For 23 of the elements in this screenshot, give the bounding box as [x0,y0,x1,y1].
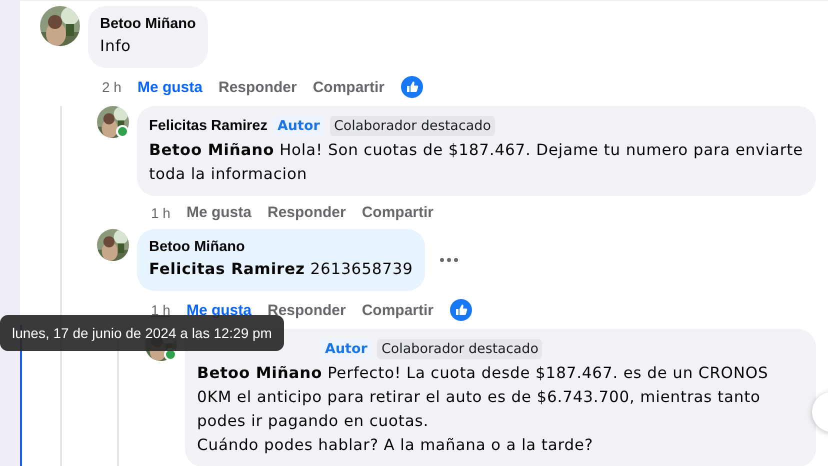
action-link[interactable]: Compartir [362,302,434,318]
comment-text: Felicitas Ramirez 2613658739 [149,259,413,280]
author-badge: Autor [273,116,324,136]
more-icon[interactable] [438,257,459,263]
action-link[interactable]: Me gusta [137,78,202,96]
author-name[interactable]: Felicitas Ramirez [149,118,268,134]
action-link[interactable]: Responder [267,204,346,221]
comment-text: Betoo Miñano Perfecto! La cuota desde $187.467. es de un CRONOS 0KM el anticipo para retirar el auto es de $6.743.700, mientras tanto podes ir pagando en cuotas. Cuándo podes hablar? A la mañana o a la tarde? [197,363,770,456]
comment-time[interactable]: 1 h [151,204,170,220]
action-link[interactable]: Me gusta [186,204,252,221]
action-link[interactable]: Compartir [362,204,434,221]
author-badge: Autor [321,339,372,359]
action-link[interactable]: Compartir [312,78,385,96]
author-name[interactable]: Betoo Miñano [100,16,196,32]
date-tooltip: lunes, 17 de junio de 2024 a las 12:29 pm [0,315,284,351]
comment-text: Info [100,36,132,57]
author-name[interactable]: Betoo Miñano [149,239,245,255]
comment-time[interactable]: 2 h [102,79,122,95]
author-badge: Colaborador destacado [330,116,495,136]
author-badge: Colaborador destacado [377,339,542,359]
comment-time[interactable]: 1 h [151,302,170,318]
comment-text: Betoo Miñano Hola! Son cuotas de $187.467. Dejame tu numero para enviarte toda la informacion [149,140,804,185]
action-link[interactable]: Responder [218,78,297,96]
